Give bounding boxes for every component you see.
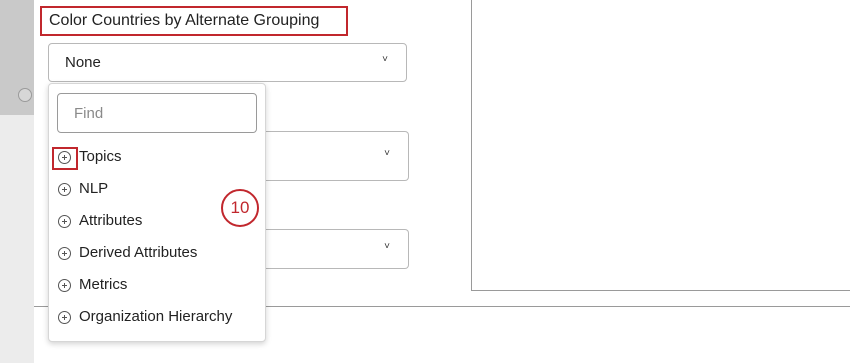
plus-circle-icon[interactable] [58,183,71,196]
left-panel-dimmed [0,0,34,115]
map-preview-area [471,0,850,291]
grouping-select[interactable]: None ˅ [48,43,407,82]
step-number-badge: 10 [221,189,259,227]
menu-item-label: Metrics [79,276,128,293]
chevron-down-icon: ˅ [384,148,390,159]
menu-item-label: Organization Hierarchy [79,308,233,325]
menu-item-label: Topics [79,148,122,165]
menu-item-label: NLP [79,180,109,197]
menu-item-metrics[interactable]: Metrics [49,272,265,300]
section-heading: Color Countries by Alternate Grouping [49,12,320,29]
topics-expand-highlight [52,147,78,170]
left-panel-icon [18,88,32,102]
plus-circle-icon[interactable] [58,311,71,324]
grouping-select-value: None [65,54,101,71]
plus-circle-icon[interactable] [58,279,71,292]
find-input[interactable] [57,93,257,133]
menu-item-organization-hierarchy[interactable]: Organization Hierarchy [49,304,265,332]
plus-circle-icon[interactable] [58,215,71,228]
menu-item-label: Attributes [79,212,143,229]
menu-item-derived-attributes[interactable]: Derived Attributes [49,240,265,268]
chevron-down-icon: ˅ [384,241,390,252]
menu-item-topics[interactable]: Topics [49,144,265,172]
chevron-down-icon: ˅ [382,54,388,65]
menu-item-label: Derived Attributes [79,244,198,261]
third-select[interactable]: ˅ [262,229,409,269]
second-select[interactable]: ˅ [262,131,409,181]
plus-circle-icon[interactable] [58,247,71,260]
